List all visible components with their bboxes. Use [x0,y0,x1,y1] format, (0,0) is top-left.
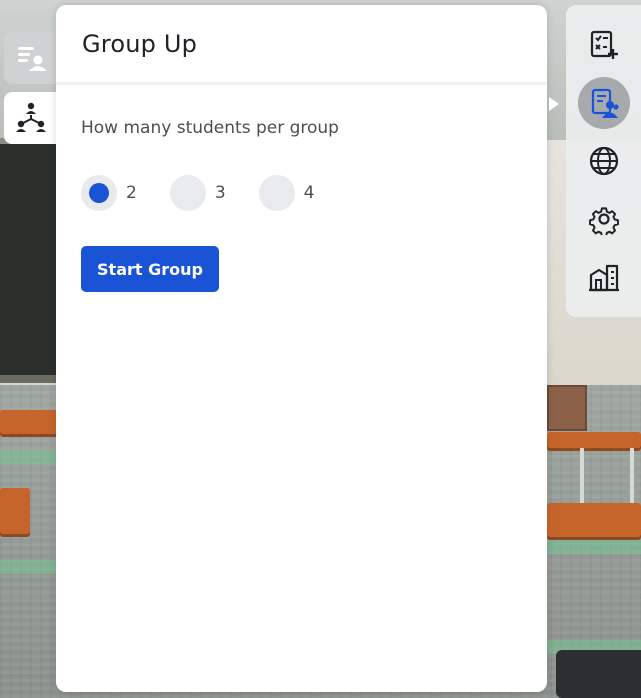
group-size-question: How many students per group [81,118,339,138]
student-roster-icon [591,88,619,118]
group-size-option-2[interactable]: 2 [81,175,137,211]
option-label: 3 [214,183,226,203]
globe-icon [589,146,619,176]
group-up-panel: Group Up How many students per group 2 3… [56,5,547,692]
tool-language[interactable] [578,135,630,187]
buildings-icon [589,264,619,292]
classroom-desk [0,410,58,434]
classroom-desk [547,503,641,537]
tab-group-up[interactable] [4,92,58,144]
student-list-icon [18,47,47,71]
classroom-desk [0,488,30,534]
option-label: 4 [303,183,315,203]
tool-scenes[interactable] [578,251,630,303]
active-tool-pointer [549,97,559,111]
panel-body: How many students per group 2 3 4 Start … [56,85,547,292]
radio-button[interactable] [258,175,295,211]
group-hierarchy-icon [16,102,46,132]
floor-stripe [0,560,60,574]
floor-stripe [0,450,60,464]
radio-button[interactable] [169,175,206,211]
group-size-option-3[interactable]: 3 [169,175,226,211]
classroom-desk [547,432,641,448]
tool-quiz[interactable] [578,19,630,71]
radio-selected-dot [89,183,109,203]
tool-students[interactable] [578,77,630,129]
radio-button[interactable] [81,175,117,211]
settings-gear-icon [589,207,619,235]
floor-stripe [547,540,641,554]
start-group-button[interactable]: Start Group [81,246,219,292]
desk-leg [630,448,634,503]
classroom-desk-dark [556,650,641,698]
cabinet [547,385,587,431]
group-size-option-4[interactable]: 4 [258,175,315,211]
tab-student-list[interactable] [4,32,58,84]
desk-leg [580,448,584,503]
tool-settings[interactable] [578,193,630,245]
group-size-options: 2 3 4 [81,175,547,211]
quiz-add-icon [590,30,618,59]
right-toolbar [566,5,641,317]
page-title: Group Up [82,29,198,58]
option-label: 2 [126,183,137,203]
panel-header: Group Up [56,5,547,85]
